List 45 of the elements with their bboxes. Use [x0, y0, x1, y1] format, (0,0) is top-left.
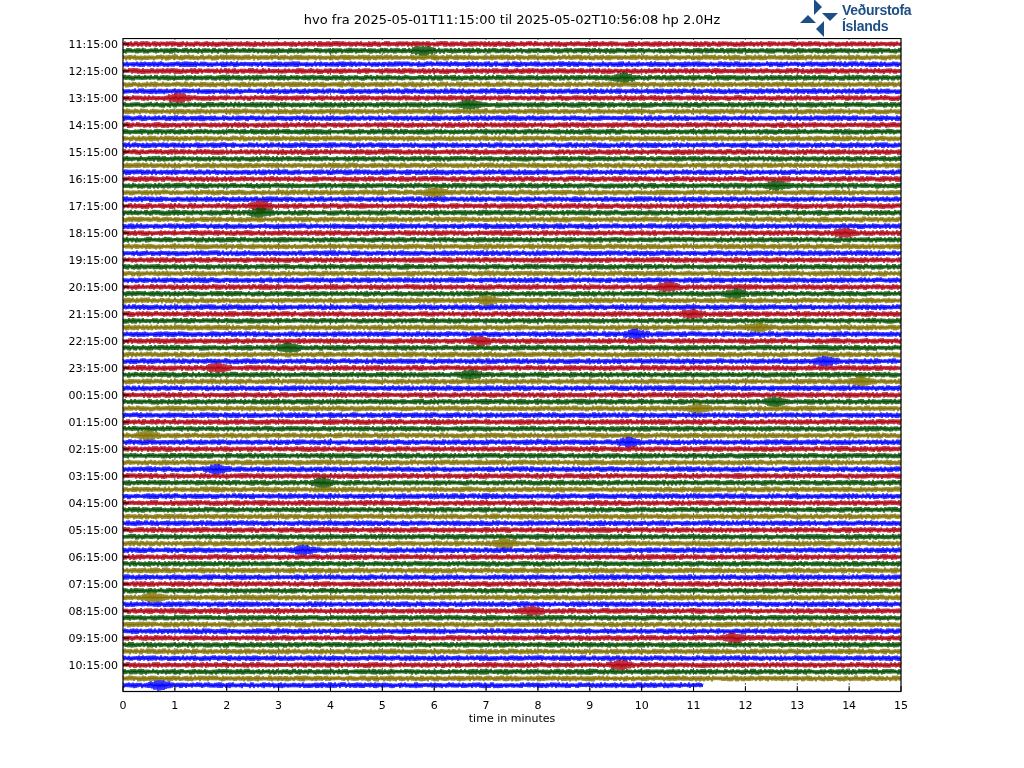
y-tick-label: 12:15:00: [68, 65, 118, 78]
y-tick-label: 21:15:00: [68, 308, 118, 321]
logo-text: Veðurstofa: [842, 2, 912, 18]
y-tick-label: 15:15:00: [68, 146, 118, 159]
y-tick-label: 19:15:00: [68, 254, 118, 267]
x-tick-label: 14: [842, 699, 857, 712]
y-tick-label: 16:15:00: [68, 173, 118, 186]
y-tick-label: 07:15:00: [68, 578, 118, 591]
y-tick-label: 08:15:00: [68, 605, 118, 618]
x-tick-label: 4: [326, 699, 334, 712]
x-tick-label: 7: [482, 699, 490, 712]
x-tick-label: 10: [634, 699, 649, 712]
x-tick-label: 2: [223, 699, 231, 712]
y-tick-label: 11:15:00: [68, 38, 118, 51]
y-tick-label: 02:15:00: [68, 443, 118, 456]
y-tick-label: 00:15:00: [68, 389, 118, 402]
y-tick-label: 17:15:00: [68, 200, 118, 213]
logo-text: Íslands: [842, 18, 890, 34]
x-tick-label: 1: [171, 699, 179, 712]
x-tick-label: 8: [534, 699, 542, 712]
y-tick-label: 23:15:00: [68, 362, 118, 375]
y-tick-label: 14:15:00: [68, 119, 118, 132]
y-tick-label: 09:15:00: [68, 632, 118, 645]
y-tick-label: 03:15:00: [68, 470, 118, 483]
y-tick-label: 05:15:00: [68, 524, 118, 537]
y-tick-label: 18:15:00: [68, 227, 118, 240]
logo-icon: [800, 0, 838, 37]
x-tick-label: 9: [586, 699, 594, 712]
x-tick-label: 0: [119, 699, 127, 712]
y-tick-label: 22:15:00: [68, 335, 118, 348]
y-tick-label: 13:15:00: [68, 92, 118, 105]
x-tick-label: 11: [686, 699, 701, 712]
x-tick-label: 13: [790, 699, 805, 712]
y-tick-label: 06:15:00: [68, 551, 118, 564]
x-tick-label: 3: [275, 699, 283, 712]
x-tick-label: 6: [430, 699, 438, 712]
chart-title: hvo fra 2025-05-01T11:15:00 til 2025-05-02T10:56:08 hp 2.0Hz: [302, 11, 722, 27]
x-tick-label: 5: [378, 699, 386, 712]
x-axis-label: time in minutes: [468, 712, 556, 725]
y-tick-label: 10:15:00: [68, 659, 118, 672]
y-tick-label: 01:15:00: [68, 416, 118, 429]
y-tick-label: 20:15:00: [68, 281, 118, 294]
x-tick-label: 12: [738, 699, 753, 712]
x-tick-label: 15: [894, 699, 908, 712]
y-tick-label: 04:15:00: [68, 497, 118, 510]
